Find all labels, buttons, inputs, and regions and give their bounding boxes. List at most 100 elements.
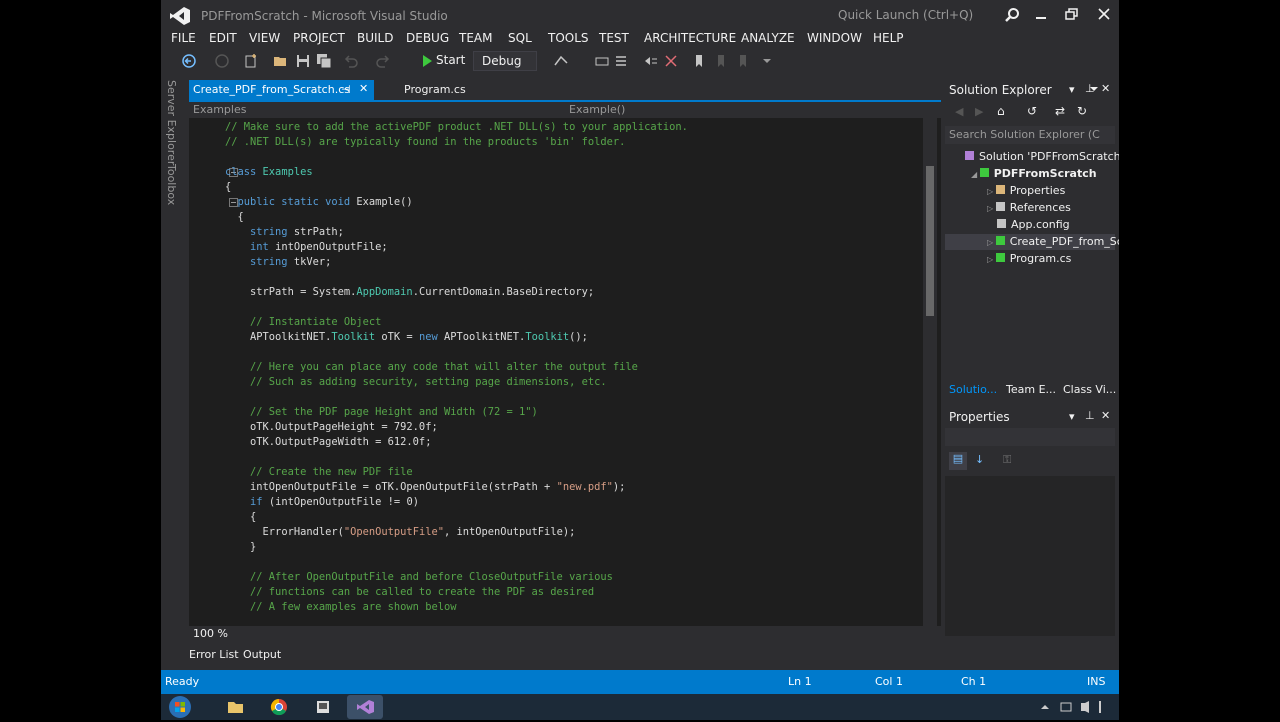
close-pane-icon[interactable]: ✕ (1101, 409, 1110, 422)
solution-config-dropdown[interactable]: Debug (473, 51, 537, 71)
object-selector-dropdown[interactable] (945, 428, 1115, 446)
redo-icon[interactable] (375, 53, 391, 69)
code-line[interactable]: // Such as adding security, setting page… (225, 375, 688, 390)
code-line[interactable] (225, 300, 688, 315)
tree-item[interactable]: App.config (987, 218, 1070, 231)
code-line[interactable]: // Set the PDF page Height and Width (72… (225, 405, 688, 420)
close-icon[interactable] (1090, 4, 1118, 24)
pin-pane-icon[interactable]: ⊥ (1085, 409, 1095, 422)
app-taskbar-icon[interactable] (305, 695, 341, 719)
menu-analyze[interactable]: ANALYZE (741, 31, 795, 45)
scope-dropdown[interactable]: Examples (193, 103, 563, 116)
close-pane-icon[interactable]: ✕ (1101, 82, 1110, 95)
pin-pane-icon[interactable]: ⊥ (1085, 82, 1095, 95)
sync-icon[interactable]: ⇄ (1055, 104, 1065, 118)
solution-search-input[interactable]: Search Solution Explorer (C (945, 126, 1115, 144)
minimize-icon[interactable] (1027, 4, 1055, 24)
code-line[interactable] (225, 450, 688, 465)
start-button[interactable]: Start (436, 53, 465, 67)
code-line[interactable]: // Instantiate Object (225, 315, 688, 330)
menu-build[interactable]: BUILD (357, 31, 393, 45)
tree-item[interactable]: ▷ Program.cs (987, 252, 1071, 265)
code-line[interactable]: APToolkitNET.Toolkit oTK = new APToolkit… (225, 330, 688, 345)
back-icon[interactable] (181, 53, 197, 69)
pane-options-icon[interactable]: ▾ (1069, 83, 1075, 96)
code-line[interactable]: { (225, 180, 688, 195)
tab-team-explorer[interactable]: Team E... (1006, 383, 1056, 396)
tree-item[interactable]: Solution 'PDFFromScratch' ( (955, 150, 1119, 163)
editor-vertical-scrollbar[interactable] (923, 118, 937, 626)
tree-item[interactable]: ▷ Properties (987, 184, 1065, 197)
code-line[interactable]: public static void Example() (225, 195, 688, 210)
code-line[interactable]: // Here you can place any code that will… (225, 360, 688, 375)
tree-item[interactable]: ▷ References (987, 201, 1071, 214)
expand-arrow-icon[interactable]: ◢ (971, 170, 980, 179)
home-icon[interactable]: ⌂ (997, 104, 1005, 118)
attach-icon[interactable] (553, 53, 569, 69)
history-icon[interactable]: ↺ (1027, 104, 1037, 118)
zoom-level[interactable]: 100 % (193, 627, 228, 640)
menu-project[interactable]: PROJECT (293, 31, 345, 45)
menu-test[interactable]: TEST (599, 31, 629, 45)
start-play-icon[interactable] (419, 53, 435, 69)
restore-icon[interactable] (1058, 4, 1086, 24)
menu-help[interactable]: HELP (873, 31, 904, 45)
code-text[interactable]: // Make sure to add the activePDF produc… (225, 120, 688, 615)
bookmark-next-icon[interactable] (735, 53, 751, 69)
categorized-icon[interactable]: ▤ (949, 452, 967, 470)
forward-icon[interactable] (214, 53, 230, 69)
system-tray-icons[interactable] (1039, 701, 1109, 713)
menu-team[interactable]: TEAM (459, 31, 492, 45)
code-line[interactable]: string strPath; (225, 225, 688, 240)
code-line[interactable]: // After OpenOutputFile and before Close… (225, 570, 688, 585)
undo-icon[interactable] (343, 53, 359, 69)
menu-view[interactable]: VIEW (249, 31, 280, 45)
comment-out-icon[interactable] (643, 53, 659, 69)
menu-sql[interactable]: SQL (508, 31, 532, 45)
code-line[interactable]: // functions can be called to create the… (225, 585, 688, 600)
refresh-icon[interactable]: ↻ (1077, 104, 1087, 118)
uncomment-icon[interactable] (663, 53, 679, 69)
forward-icon[interactable]: ▶ (975, 105, 983, 118)
bookmark-prev-icon[interactable] (713, 53, 729, 69)
code-line[interactable]: int intOpenOutputFile; (225, 240, 688, 255)
code-line[interactable]: { (225, 210, 688, 225)
menu-file[interactable]: FILE (171, 31, 196, 45)
tab-class-view[interactable]: Class Vi... (1063, 383, 1116, 396)
expand-arrow-icon[interactable]: ▷ (987, 187, 996, 196)
menu-architecture[interactable]: ARCHITECTURE (644, 31, 736, 45)
code-editor[interactable]: // Make sure to add the activePDF produc… (189, 118, 941, 626)
code-line[interactable]: // .NET DLL(s) are typically found in th… (225, 135, 688, 150)
code-line[interactable]: intOpenOutputFile = oTK.OpenOutputFile(s… (225, 480, 688, 495)
toolbox-tab[interactable]: Toolbox (165, 164, 178, 205)
toolbar-options-icon[interactable] (759, 53, 775, 69)
scrollbar-thumb[interactable] (926, 166, 934, 316)
code-line[interactable]: class Examples (225, 165, 688, 180)
explorer-taskbar-icon[interactable] (217, 695, 253, 719)
property-pages-icon[interactable]: ⚿ (1003, 453, 1011, 467)
find-icon[interactable] (594, 53, 610, 69)
code-line[interactable]: // A few examples are shown below (225, 600, 688, 615)
tab-create-pdf[interactable]: Create_PDF_from_Scratch.cs ⊣ ✕ (189, 80, 374, 100)
member-dropdown[interactable]: Example() (569, 103, 939, 116)
menu-tools[interactable]: TOOLS (548, 31, 589, 45)
code-line[interactable]: // Create the new PDF file (225, 465, 688, 480)
menu-edit[interactable]: EDIT (209, 31, 237, 45)
chrome-taskbar-icon[interactable] (261, 695, 297, 719)
menu-window[interactable]: WINDOW (807, 31, 862, 45)
open-file-icon[interactable] (273, 53, 289, 69)
property-grid[interactable] (945, 476, 1115, 636)
expand-arrow-icon[interactable]: ▷ (987, 255, 996, 264)
code-line[interactable]: if (intOpenOutputFile != 0) (225, 495, 688, 510)
code-line[interactable]: string tkVer; (225, 255, 688, 270)
expand-arrow-icon[interactable]: ▷ (987, 238, 996, 247)
code-line[interactable]: strPath = System.AppDomain.CurrentDomain… (225, 285, 688, 300)
code-line[interactable]: oTK.OutputPageHeight = 792.0f; (225, 420, 688, 435)
bookmark-icon[interactable] (691, 53, 707, 69)
tree-item[interactable]: ▷ Create_PDF_from_Scr (987, 235, 1119, 248)
code-line[interactable]: } (225, 540, 688, 555)
code-line[interactable] (225, 270, 688, 285)
tab-error-list[interactable]: Error List (189, 648, 239, 661)
code-line[interactable]: { (225, 510, 688, 525)
back-icon[interactable]: ◀ (955, 105, 963, 118)
